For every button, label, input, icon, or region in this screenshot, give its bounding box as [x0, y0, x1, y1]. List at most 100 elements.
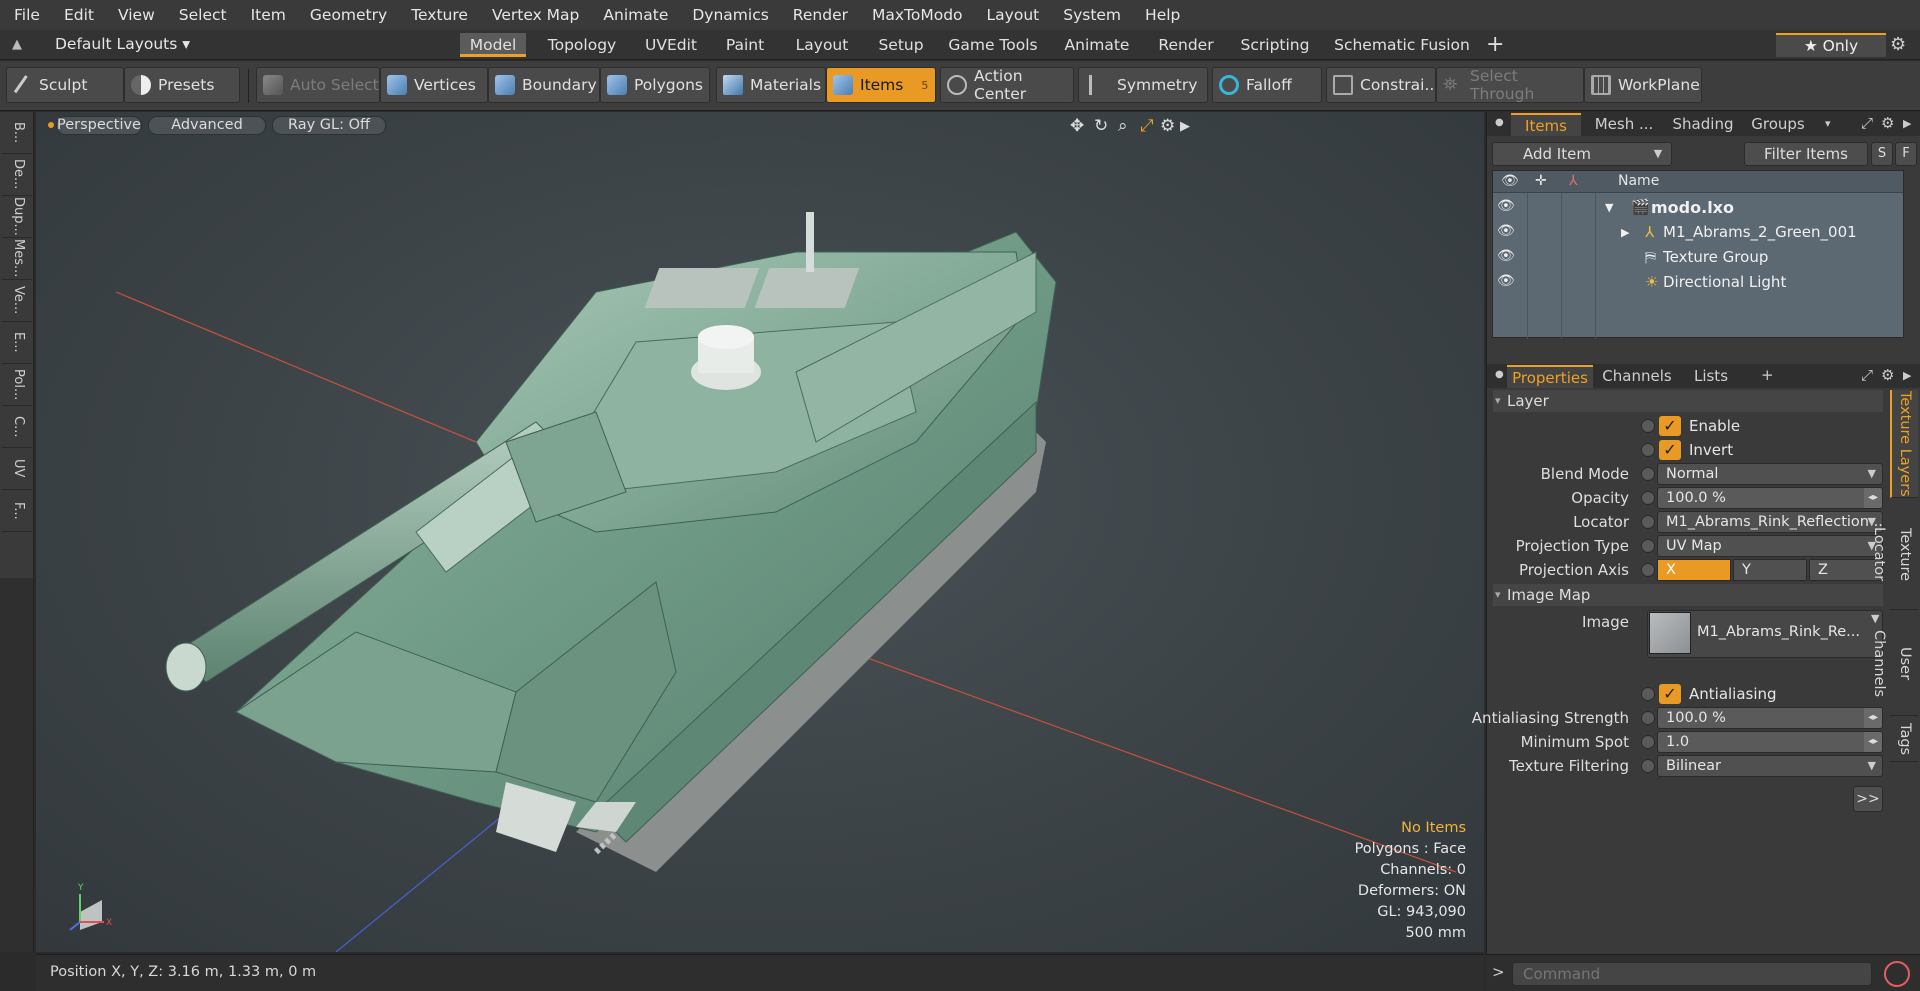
opacity-field[interactable]: 100.0 % ◂▸: [1657, 487, 1883, 509]
sculpt-button[interactable]: Sculpt: [6, 67, 124, 103]
enable-radio[interactable]: [1641, 419, 1655, 433]
menu-animate[interactable]: Animate: [603, 6, 668, 24]
eye-icon[interactable]: 👁: [1497, 273, 1515, 289]
left-tab-deform[interactable]: De...: [2, 154, 32, 196]
projection-type-select[interactable]: UV Map ▼: [1657, 535, 1883, 557]
collapse-up-icon[interactable]: ▲: [12, 37, 28, 53]
f-button[interactable]: F: [1895, 142, 1917, 166]
invert-checkbox[interactable]: ✓: [1659, 440, 1681, 460]
left-tab-mesh[interactable]: Mes...: [2, 238, 32, 280]
tab-shading[interactable]: Shading: [1667, 113, 1739, 136]
vertices-button[interactable]: Vertices 1: [380, 67, 497, 103]
panel-gear-icon[interactable]: ⚙: [1881, 114, 1894, 132]
tab-scripting[interactable]: Scripting: [1238, 33, 1312, 57]
aa-strength-radio[interactable]: [1641, 711, 1655, 725]
add-tab-icon[interactable]: +: [1486, 32, 1504, 57]
tab-layout[interactable]: Layout: [790, 33, 854, 57]
left-tab-fusion[interactable]: F...: [2, 490, 32, 532]
left-tab-duplicate[interactable]: Dup...: [2, 196, 32, 238]
menu-help[interactable]: Help: [1145, 6, 1180, 24]
tab-items[interactable]: Items: [1511, 113, 1581, 136]
materials-button[interactable]: Materials: [716, 67, 826, 103]
blend-mode-radio[interactable]: [1641, 467, 1655, 481]
3d-viewport[interactable]: Perspective Advanced Ray GL: Off ✥ ↻ ⌕ ⤢…: [36, 112, 1484, 952]
transform-column-icon[interactable]: ⅄: [1569, 173, 1578, 189]
invert-radio[interactable]: [1641, 443, 1655, 457]
locator-radio[interactable]: [1641, 515, 1655, 529]
move-view-icon[interactable]: ✥: [1070, 116, 1084, 136]
s-button[interactable]: S: [1871, 142, 1893, 166]
opacity-radio[interactable]: [1641, 491, 1655, 505]
eye-icon[interactable]: 👁: [1497, 198, 1515, 214]
view-mode-button[interactable]: Perspective: [56, 116, 142, 135]
chevron-down-icon[interactable]: ▼: [1871, 612, 1879, 625]
expand-arrow-icon[interactable]: ▼: [1605, 201, 1613, 214]
tab-channels[interactable]: Channels: [1597, 365, 1677, 388]
viewport-gear-icon[interactable]: ⚙: [1160, 116, 1175, 136]
lock-column-icon[interactable]: ✛: [1535, 173, 1547, 189]
antialiasing-radio[interactable]: [1641, 687, 1655, 701]
ray-gl-button[interactable]: Ray GL: Off: [272, 116, 386, 135]
tab-setup[interactable]: Setup: [873, 33, 929, 57]
rotate-view-icon[interactable]: ↻: [1094, 116, 1108, 136]
tab-paint[interactable]: Paint: [720, 33, 770, 57]
spinner-icon[interactable]: ◂▸: [1864, 732, 1882, 752]
menu-file[interactable]: File: [14, 6, 40, 24]
projection-axis-radio[interactable]: [1641, 563, 1655, 577]
panel-maximize-icon[interactable]: ⤢: [1861, 114, 1873, 132]
section-image-map[interactable]: Image Map: [1493, 584, 1883, 606]
eye-icon[interactable]: 👁: [1497, 248, 1515, 264]
panel-gear-icon[interactable]: ⚙: [1881, 366, 1894, 384]
boundary-button[interactable]: Boundary: [488, 67, 600, 103]
menu-view[interactable]: View: [118, 6, 155, 24]
symmetry-button[interactable]: Symmetry: [1078, 67, 1208, 103]
item-row-texture-group[interactable]: 👁 ⛿ Texture Group: [1493, 245, 1903, 269]
left-tab-basic[interactable]: B...: [2, 112, 32, 154]
min-spot-radio[interactable]: [1641, 735, 1655, 749]
texture-filtering-radio[interactable]: [1641, 759, 1655, 773]
tab-lists[interactable]: Lists: [1681, 365, 1741, 388]
item-row-scene[interactable]: 👁 ▼ 🎬 modo.lxo: [1493, 195, 1903, 219]
presets-button[interactable]: Presets: [124, 67, 240, 103]
command-input[interactable]: [1512, 962, 1872, 986]
tab-dropdown-icon[interactable]: ▾: [1825, 117, 1831, 130]
menu-render[interactable]: Render: [793, 6, 848, 24]
collapse-arrow-icon[interactable]: ▶: [1621, 226, 1629, 239]
eye-icon[interactable]: 👁: [1497, 223, 1515, 239]
side-tab-texture-layers[interactable]: Texture Layers: [1890, 390, 1918, 498]
min-spot-field[interactable]: 1.0 ◂▸: [1657, 731, 1883, 753]
name-column-header[interactable]: Name: [1618, 173, 1659, 189]
menu-vertex-map[interactable]: Vertex Map: [492, 6, 579, 24]
panel-expand-icon[interactable]: ▶: [1903, 369, 1911, 382]
side-tab-user-channels[interactable]: User Channels: [1871, 612, 1918, 716]
falloff-button[interactable]: Falloff: [1212, 67, 1322, 103]
menu-geometry[interactable]: Geometry: [310, 6, 387, 24]
items-button[interactable]: Items 5: [826, 67, 936, 103]
left-tab-edge[interactable]: E...: [2, 322, 32, 364]
viewport-expand-icon[interactable]: ▶: [1180, 119, 1190, 134]
constraints-button[interactable]: Constrai...: [1326, 67, 1439, 103]
chevron-down-icon[interactable]: ▼: [1647, 142, 1669, 166]
action-center-button[interactable]: Action Center: [940, 67, 1074, 103]
layout-select[interactable]: Default Layouts ▾: [55, 35, 190, 53]
tab-render[interactable]: Render: [1153, 33, 1219, 57]
menu-system[interactable]: System: [1063, 6, 1121, 24]
eye-column-icon[interactable]: 👁: [1501, 173, 1519, 189]
menu-edit[interactable]: Edit: [64, 6, 94, 24]
tab-topology[interactable]: Topology: [542, 33, 622, 57]
texture-filtering-select[interactable]: Bilinear ▼: [1657, 755, 1883, 777]
zoom-view-icon[interactable]: ⌕: [1118, 116, 1128, 136]
item-list-scrollbar[interactable]: [1492, 340, 1904, 354]
spinner-icon[interactable]: ◂▸: [1864, 708, 1882, 728]
tab-groups[interactable]: Groups: [1743, 113, 1813, 136]
filter-items-button[interactable]: Filter Items: [1744, 142, 1868, 166]
only-button[interactable]: ★ Only: [1776, 33, 1886, 57]
section-layer[interactable]: Layer: [1493, 390, 1883, 412]
tab-schematic-fusion[interactable]: Schematic Fusion: [1332, 33, 1472, 57]
item-row-light[interactable]: 👁 ☀ Directional Light: [1493, 270, 1903, 294]
polygons-button[interactable]: Polygons: [600, 67, 710, 103]
left-tab-curve[interactable]: C...: [2, 406, 32, 448]
tab-game-tools[interactable]: Game Tools: [948, 33, 1038, 57]
item-row-mesh[interactable]: 👁 ▶ ⅄ M1_Abrams_2_Green_001: [1493, 220, 1903, 244]
tab-mesh[interactable]: Mesh ...: [1585, 113, 1663, 136]
